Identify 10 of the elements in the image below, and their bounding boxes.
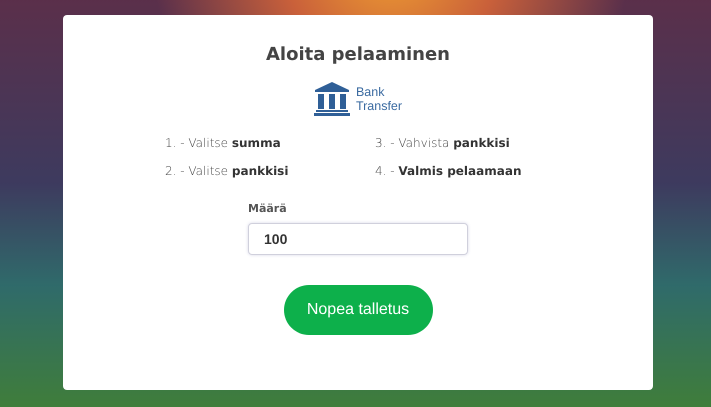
step-text: 1. - Valitse summa xyxy=(165,136,282,150)
bank-icon xyxy=(314,82,350,116)
step-text: 3. - Vahvista pankkisi xyxy=(375,136,511,150)
step-text: 2. - Valitse pankkisi xyxy=(165,164,290,178)
amount-input-field[interactable]: 100 xyxy=(248,223,468,255)
field-label: Määrä xyxy=(248,202,287,215)
payment-method-label: Bank xyxy=(356,85,386,99)
dialog-title: Aloita pelaaminen xyxy=(266,44,450,65)
step-text: 4. - Valmis pelaamaan xyxy=(375,164,522,178)
payment-method-label: Transfer xyxy=(356,99,402,113)
